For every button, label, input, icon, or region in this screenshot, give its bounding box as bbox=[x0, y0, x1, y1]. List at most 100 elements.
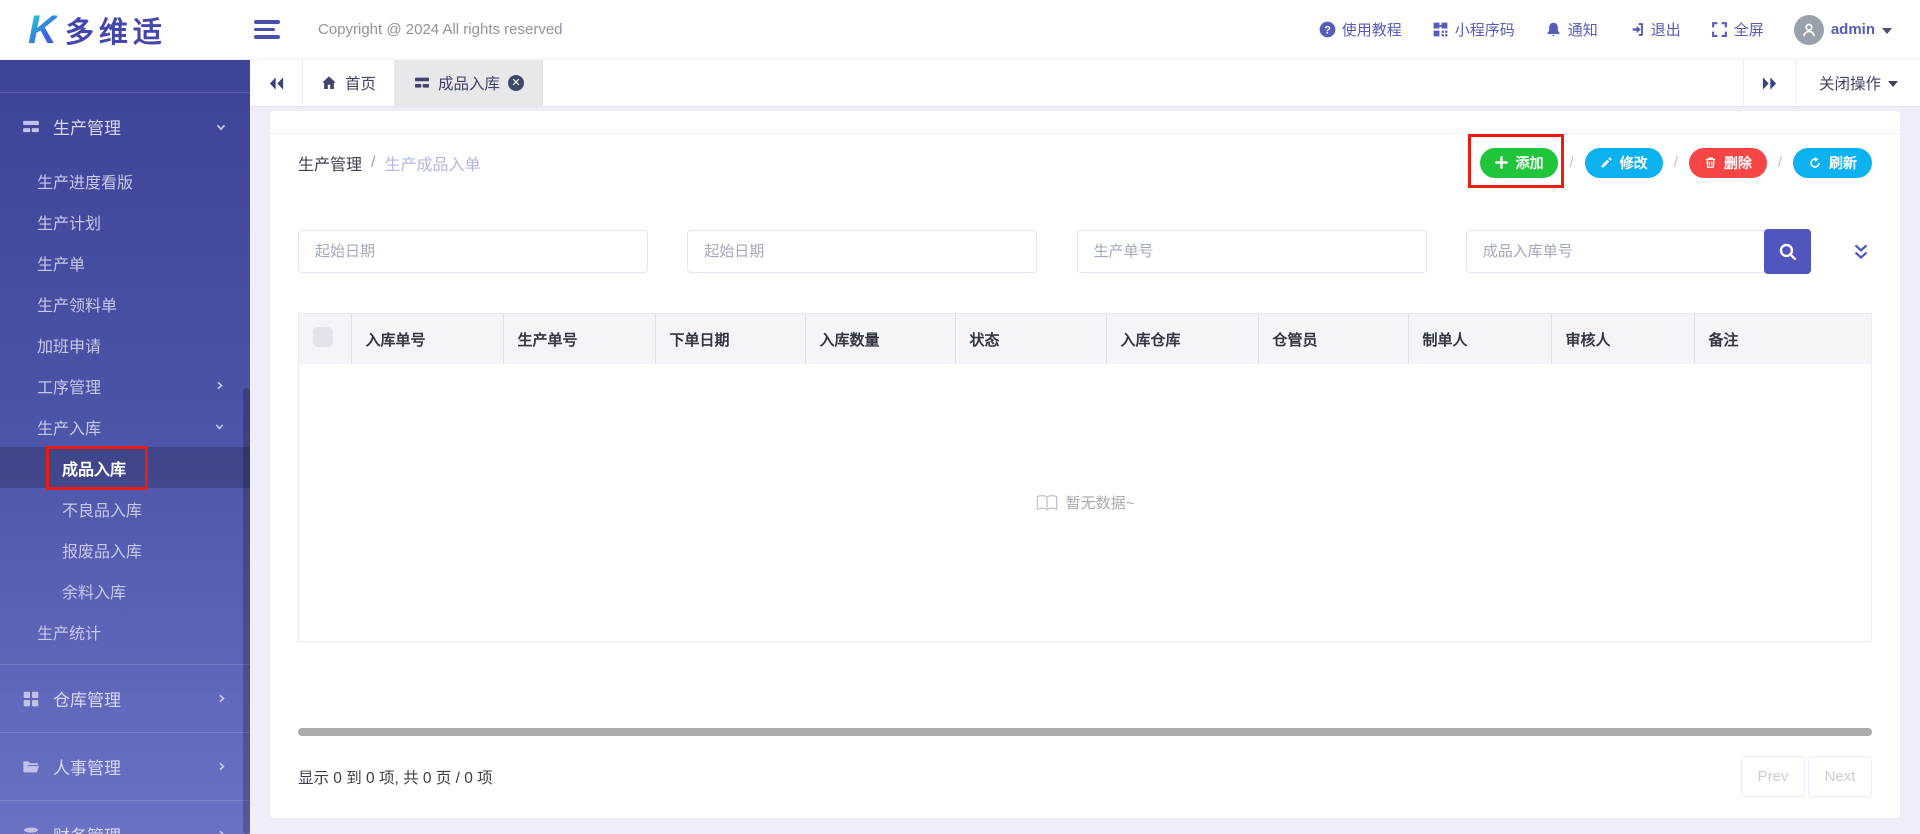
svg-text:?: ? bbox=[1324, 24, 1331, 36]
sidebar-item-progress-board[interactable]: 生产进度看版 bbox=[0, 160, 250, 201]
header-actions: ? 使用教程 小程序码 通知 退出 全屏 admin bbox=[1319, 14, 1920, 45]
horizontal-scrollbar-thumb[interactable] bbox=[298, 728, 1872, 736]
action-buttons: 添加 / 修改 / 删除 / 刷新 bbox=[1468, 133, 1872, 188]
user-menu[interactable]: admin bbox=[1793, 14, 1892, 45]
sidebar-item-overtime-request[interactable]: 加班申请 bbox=[0, 324, 250, 365]
home-icon bbox=[321, 75, 337, 91]
data-table: 入库单号 生产单号 下单日期 入库数量 状态 入库仓库 仓管员 制单人 审核人 bbox=[298, 313, 1872, 642]
folder-open-icon bbox=[22, 758, 40, 776]
col-inbound-qty: 入库数量 bbox=[804, 314, 955, 364]
logo-text: 多维适 bbox=[64, 16, 167, 49]
pager: Prev Next bbox=[1741, 756, 1872, 797]
more-filters-toggle[interactable] bbox=[1850, 241, 1872, 263]
sidebar-item-finished-goods-inbound[interactable]: 成品入库 bbox=[0, 445, 250, 490]
fullscreen-icon bbox=[1711, 22, 1727, 37]
sidebar-scrollbar-thumb[interactable] bbox=[243, 388, 250, 834]
sidebar-item-production-plan[interactable]: 生产计划 bbox=[0, 201, 250, 242]
tab-finished-goods-inbound[interactable]: 成品入库 ✕ bbox=[395, 60, 544, 106]
refresh-icon bbox=[1810, 156, 1820, 168]
sidebar-item-hr-mgmt[interactable]: 人事管理 bbox=[0, 733, 250, 800]
production-order-no-input[interactable] bbox=[1076, 230, 1427, 273]
chevron-down-icon bbox=[1882, 27, 1892, 34]
top-header: K 多维适 Copyright @ 2024 All rights reserv… bbox=[0, 0, 1920, 60]
add-button[interactable]: 添加 bbox=[1480, 147, 1559, 178]
brand-logo: K 多维适 bbox=[0, 9, 250, 51]
chevron-right-icon bbox=[215, 692, 228, 705]
double-chevron-down-icon bbox=[1854, 244, 1868, 259]
pagination-summary: 显示 0 到 0 项, 共 0 页 / 0 项 bbox=[298, 769, 493, 787]
mini-program-link[interactable]: 小程序码 bbox=[1432, 19, 1515, 40]
chevron-down-icon bbox=[213, 420, 226, 433]
col-creator: 制单人 bbox=[1407, 314, 1551, 364]
pencil-icon bbox=[1601, 157, 1612, 168]
production-bars-icon bbox=[22, 118, 40, 136]
filter-bar bbox=[270, 229, 1900, 274]
table-footer: 显示 0 到 0 项, 共 0 页 / 0 项 Prev Next bbox=[270, 756, 1900, 797]
sidebar-item-production-inbound[interactable]: 生产入库 bbox=[0, 406, 250, 447]
chevron-down-icon bbox=[1888, 81, 1898, 87]
refresh-button[interactable]: 刷新 bbox=[1793, 147, 1872, 178]
sidebar-item-process-mgmt[interactable]: 工序管理 bbox=[0, 365, 250, 406]
tabs-scroll-right-button[interactable] bbox=[1744, 60, 1796, 106]
edit-button[interactable]: 修改 bbox=[1584, 147, 1663, 178]
breadcrumb-production-mgmt: 生产管理 bbox=[298, 156, 363, 174]
table-header-row: 入库单号 生产单号 下单日期 入库数量 状态 入库仓库 仓管员 制单人 审核人 bbox=[299, 314, 1871, 364]
select-all-checkbox[interactable] bbox=[313, 327, 333, 347]
logout-link[interactable]: 退出 bbox=[1628, 19, 1681, 40]
sidebar-item-production-stats[interactable]: 生产统计 bbox=[0, 611, 250, 652]
tabs-scroll-left-button[interactable] bbox=[250, 60, 302, 106]
logout-icon bbox=[1632, 23, 1643, 36]
table-body-empty: 暂无数据~ bbox=[299, 364, 1871, 641]
fullscreen-link[interactable]: 全屏 bbox=[1711, 19, 1764, 40]
app-window: K 多维适 Copyright @ 2024 All rights reserv… bbox=[0, 0, 1920, 834]
sidebar-toggle-hamburger-icon[interactable] bbox=[254, 20, 280, 39]
tutorial-link[interactable]: ? 使用教程 bbox=[1319, 19, 1402, 40]
logo-k-mark: K bbox=[28, 7, 57, 52]
tab-home[interactable]: 首页 bbox=[302, 60, 396, 106]
chevron-right-icon bbox=[215, 760, 228, 773]
empty-text: 暂无数据~ bbox=[1065, 495, 1135, 512]
sidebar-item-warehouse-mgmt[interactable]: 仓库管理 bbox=[0, 665, 250, 732]
sidebar-item-defective-inbound[interactable]: 不良品入库 bbox=[0, 488, 250, 529]
col-warehouse: 入库仓库 bbox=[1105, 314, 1258, 364]
col-inbound-no: 入库单号 bbox=[350, 314, 503, 364]
bell-icon bbox=[1547, 22, 1560, 37]
col-reviewer: 审核人 bbox=[1550, 314, 1694, 364]
inbound-no-input[interactable] bbox=[1465, 230, 1766, 273]
col-order-date: 下单日期 bbox=[654, 314, 805, 364]
copyright-text: Copyright @ 2024 All rights reserved bbox=[318, 21, 563, 38]
horizontal-scrollbar bbox=[298, 728, 1872, 736]
double-chevron-left-icon bbox=[269, 76, 283, 90]
chevron-down-icon bbox=[214, 120, 228, 134]
col-status: 状态 bbox=[954, 314, 1106, 364]
tab-close-icon[interactable]: ✕ bbox=[508, 75, 525, 91]
chevron-right-icon bbox=[215, 828, 228, 834]
content-card: 生产管理 / 生产成品入单 添加 / 修改 / 删除 / 刷新 起始日期 起始日… bbox=[270, 111, 1900, 818]
search-button[interactable] bbox=[1763, 229, 1811, 274]
next-page-button[interactable]: Next bbox=[1808, 756, 1872, 797]
qrcode-icon bbox=[1433, 22, 1448, 37]
trash-icon bbox=[1705, 157, 1716, 168]
col-remarks: 备注 bbox=[1693, 314, 1871, 364]
sidebar-item-production-order[interactable]: 生产单 bbox=[0, 242, 250, 283]
sidebar-item-finance-mgmt[interactable]: 财务管理 bbox=[0, 801, 250, 834]
delete-button[interactable]: 删除 bbox=[1688, 147, 1767, 178]
close-operations-dropdown[interactable]: 关闭操作 bbox=[1795, 60, 1920, 106]
col-warehouse-keeper: 仓管员 bbox=[1257, 314, 1408, 364]
person-icon bbox=[1802, 23, 1815, 36]
database-icon bbox=[22, 826, 40, 834]
sidebar-item-surplus-inbound[interactable]: 余料入库 bbox=[0, 570, 250, 611]
page-toolbar: 生产管理 / 生产成品入单 添加 / 修改 / 删除 / 刷新 bbox=[270, 133, 1900, 191]
sidebar-item-scrap-inbound[interactable]: 报废品入库 bbox=[0, 529, 250, 570]
prev-page-button[interactable]: Prev bbox=[1741, 756, 1805, 797]
start-date-input-2[interactable] bbox=[687, 230, 1038, 273]
sidebar-item-production-mgmt[interactable]: 生产管理 bbox=[0, 93, 250, 160]
double-chevron-right-icon bbox=[1763, 76, 1777, 90]
plus-icon bbox=[1495, 156, 1509, 169]
sidebar-item-material-requisition[interactable]: 生产领料单 bbox=[0, 283, 250, 324]
notifications-link[interactable]: 通知 bbox=[1545, 19, 1598, 40]
col-production-no: 生产单号 bbox=[502, 314, 655, 364]
empty-state: 暂无数据~ bbox=[1036, 492, 1135, 513]
warehouse-grid-icon bbox=[22, 690, 40, 708]
start-date-input-1[interactable] bbox=[298, 230, 648, 273]
